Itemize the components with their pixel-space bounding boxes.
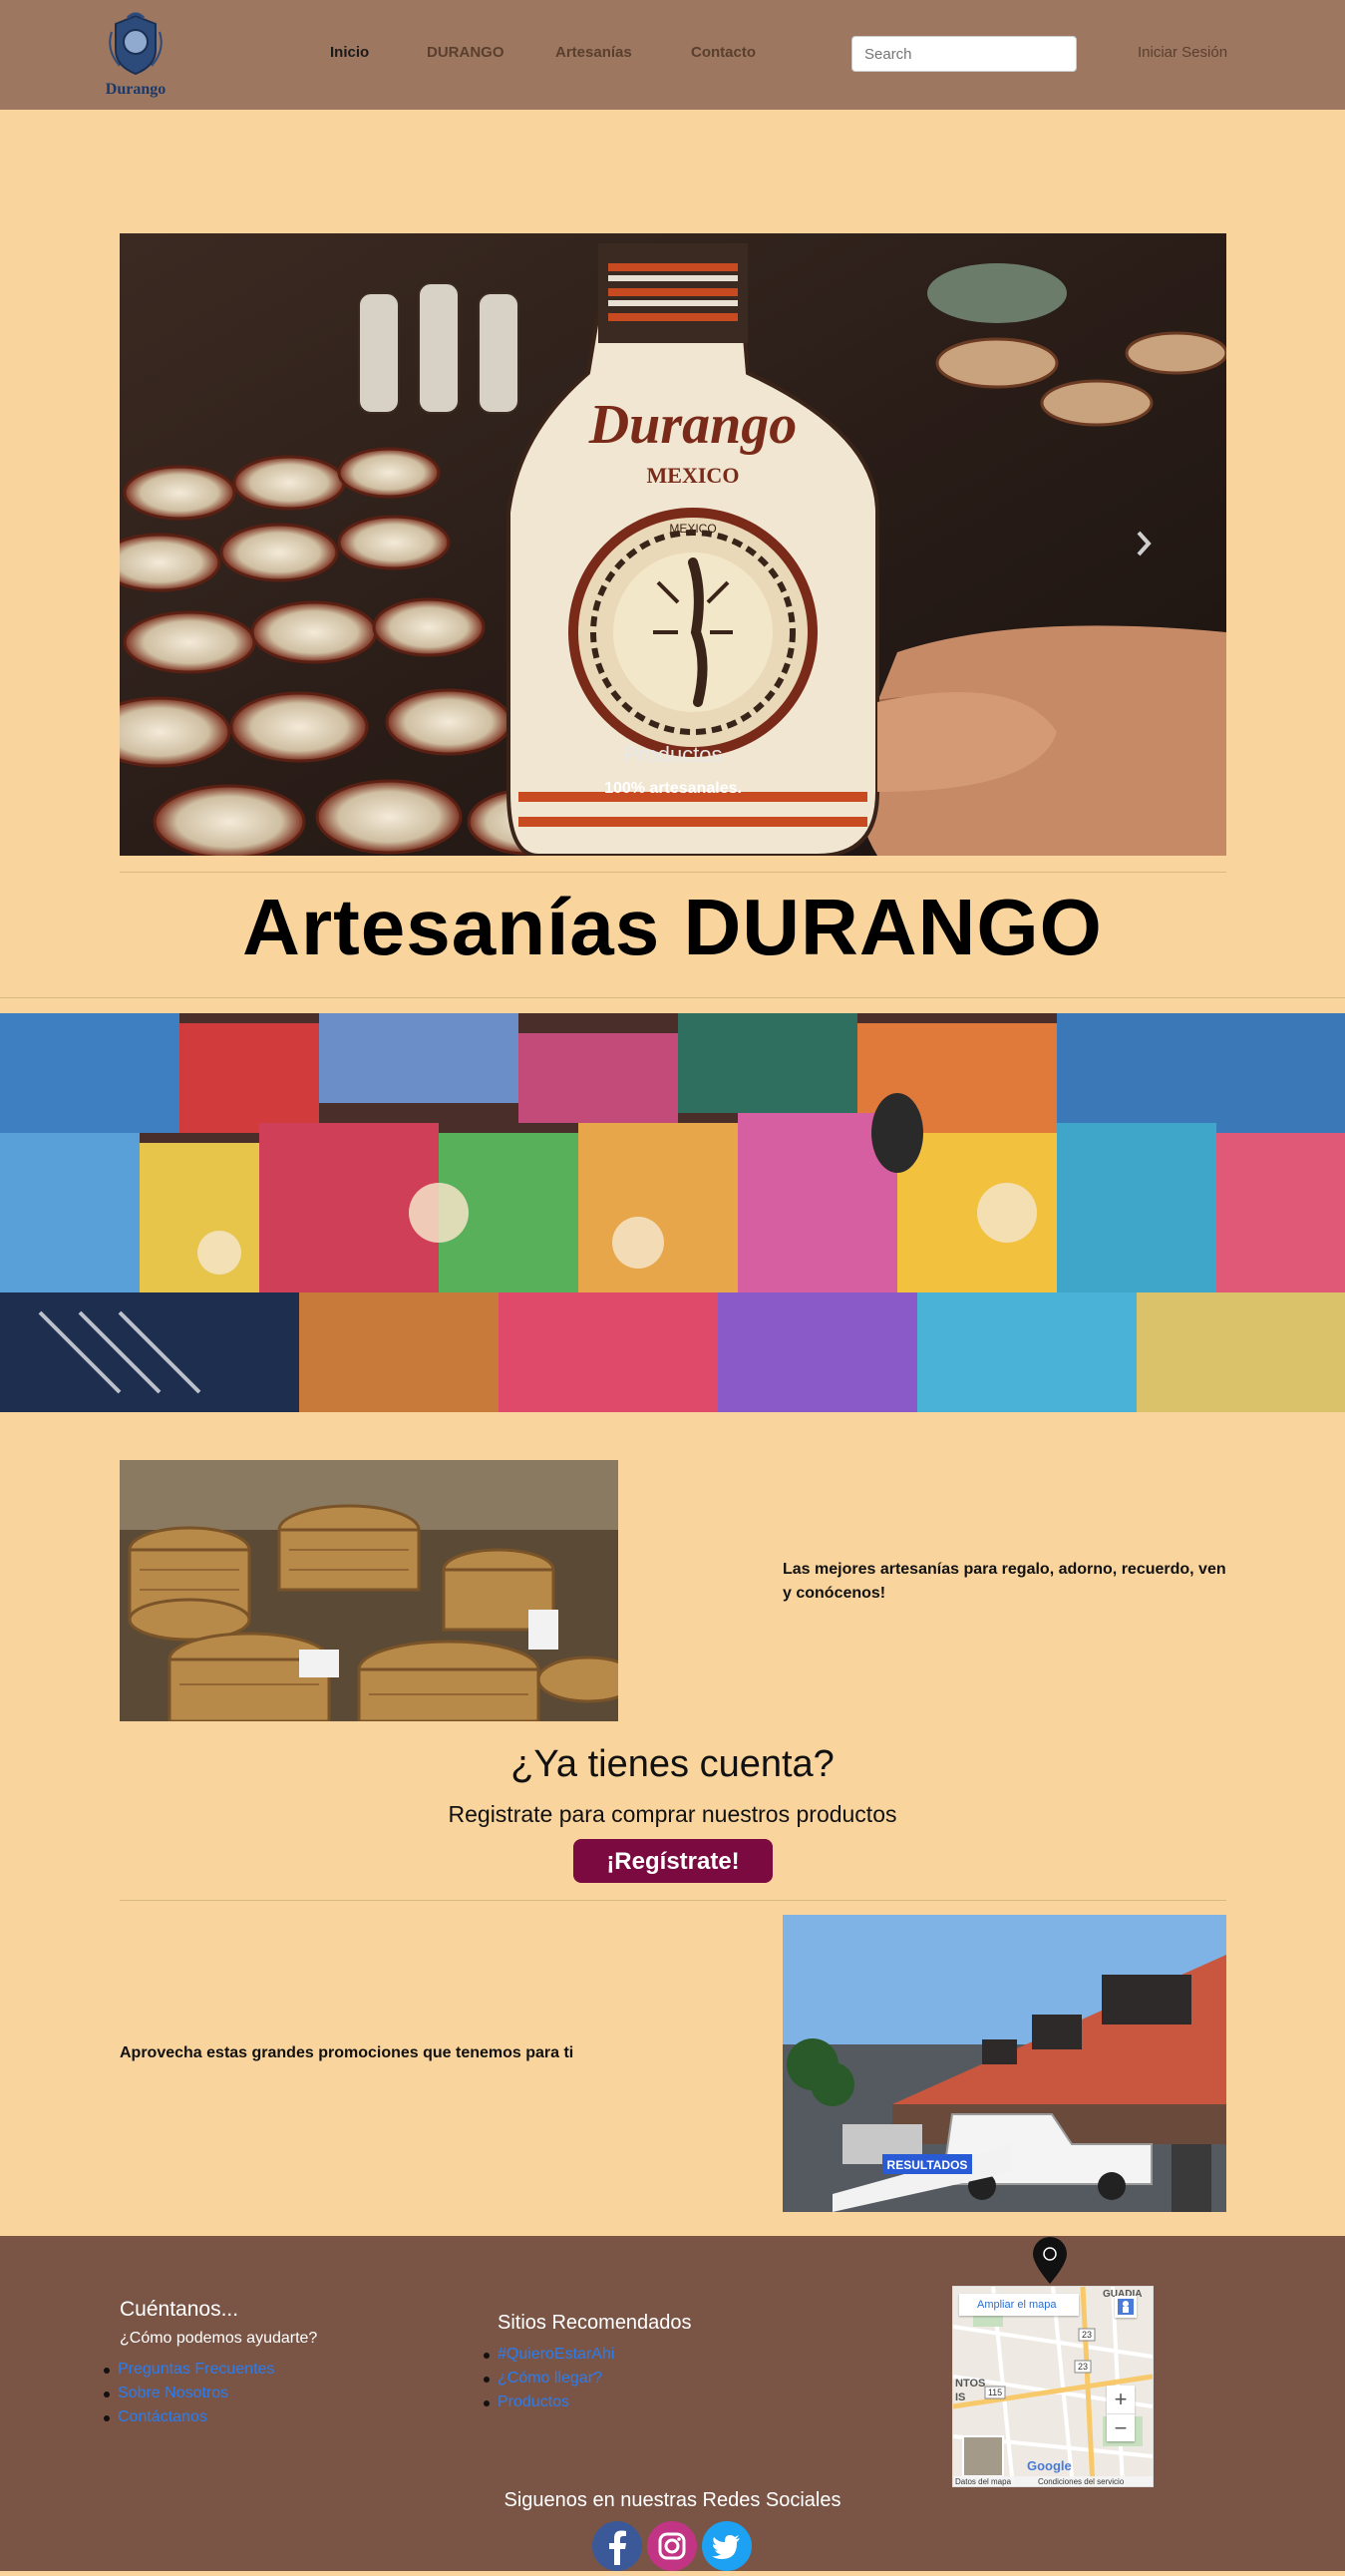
nav-link-durango[interactable]: DURANGO — [427, 44, 504, 61]
nav-link-artesanias[interactable]: Artesanías — [555, 44, 632, 61]
map-zoom-controls: + − — [1107, 2386, 1135, 2441]
bottle-medallion-text: MEXICO — [669, 522, 716, 536]
hashtag-link[interactable]: #QuieroEstarAhi — [498, 2346, 614, 2363]
divider — [120, 1900, 1226, 1901]
google-logo: Google — [1027, 2458, 1072, 2473]
divider — [120, 872, 1226, 873]
crafts-banner-image — [0, 1013, 1345, 1412]
account-title: ¿Ya tienes cuenta? — [510, 1743, 835, 1785]
twitter-icon[interactable] — [702, 2521, 752, 2571]
route-badge: 115 — [988, 2388, 1002, 2397]
faq-link[interactable]: Preguntas Frecuentes — [118, 2361, 274, 2378]
street-image: RESULTADOS — [783, 1915, 1226, 2212]
social-title: Siguenos en nuestras Redes Sociales — [504, 2489, 841, 2511]
map-label: NTOS — [955, 2378, 985, 2390]
register-button[interactable]: ¡Regístrate! — [573, 1839, 773, 1883]
carousel-caption-title: Productos — [623, 742, 723, 767]
footer-help-links: Preguntas Frecuentes Sobre Nosotros Cont… — [103, 2358, 274, 2429]
list-item: ¿Cómo llegar? — [483, 2367, 614, 2391]
instagram-icon[interactable] — [647, 2521, 697, 2571]
route-badge: 23 — [1082, 2330, 1092, 2340]
facebook-icon[interactable] — [592, 2521, 642, 2571]
divider — [0, 997, 1345, 998]
bottle-subtext: MEXICO — [647, 463, 740, 488]
login-link[interactable]: Iniciar Sesión — [1138, 44, 1227, 61]
zoom-in-button[interactable]: + — [1107, 2386, 1135, 2413]
list-item: Productos — [483, 2391, 614, 2414]
promo-text: Las mejores artesanías para regalo, ador… — [783, 1561, 1226, 1602]
search-input[interactable] — [851, 36, 1077, 72]
map-label: IS — [955, 2392, 965, 2403]
directions-link[interactable]: ¿Cómo llegar? — [498, 2370, 602, 2387]
list-item: #QuieroEstarAhi — [483, 2343, 614, 2367]
carousel-caption-subtitle: 100% artesanales. — [604, 780, 742, 797]
list-item: Sobre Nosotros — [103, 2382, 274, 2405]
page-title: Artesanías DURANGO — [242, 883, 1103, 971]
enlarge-map-button[interactable]: Ampliar el mapa — [959, 2294, 1079, 2316]
account-subtitle: Registrate para comprar nuestros product… — [448, 1801, 897, 1827]
nav-link-contacto[interactable]: Contacto — [691, 44, 756, 61]
bottle-text: Durango — [588, 394, 798, 456]
crest-logo-icon[interactable]: Durango — [98, 10, 173, 100]
map-data-text: Datos del mapa — [955, 2477, 1012, 2486]
footer-col1-subtitle: ¿Cómo podemos ayudarte? — [120, 2330, 318, 2347]
list-item: Contáctanos — [103, 2405, 274, 2429]
footer-recommended-links: #QuieroEstarAhi ¿Cómo llegar? Productos — [483, 2343, 614, 2414]
products-link[interactable]: Productos — [498, 2393, 569, 2410]
pegman-icon[interactable] — [1115, 2296, 1137, 2318]
map-pin-icon[interactable] — [1031, 2236, 1069, 2286]
zoom-out-button[interactable]: − — [1107, 2413, 1135, 2442]
footer-col1-title: Cuéntanos... — [120, 2298, 239, 2321]
about-link[interactable]: Sobre Nosotros — [118, 2385, 228, 2401]
route-badge: 23 — [1078, 2362, 1088, 2372]
nav-link-inicio[interactable]: Inicio — [330, 44, 369, 61]
logo-text: Durango — [106, 81, 166, 98]
footer-col2-title: Sitios Recomendados — [498, 2312, 692, 2334]
contact-link[interactable]: Contáctanos — [118, 2408, 207, 2425]
map-terms-text: Condiciones del servicio — [1038, 2477, 1125, 2486]
chevron-right-icon[interactable] — [1133, 529, 1155, 558]
promo-text-2: Aprovecha estas grandes promociones que … — [120, 2044, 574, 2061]
baskets-image — [120, 1460, 618, 1721]
list-item: Preguntas Frecuentes — [103, 2358, 274, 2382]
street-sign-text: RESULTADOS — [887, 2158, 968, 2172]
